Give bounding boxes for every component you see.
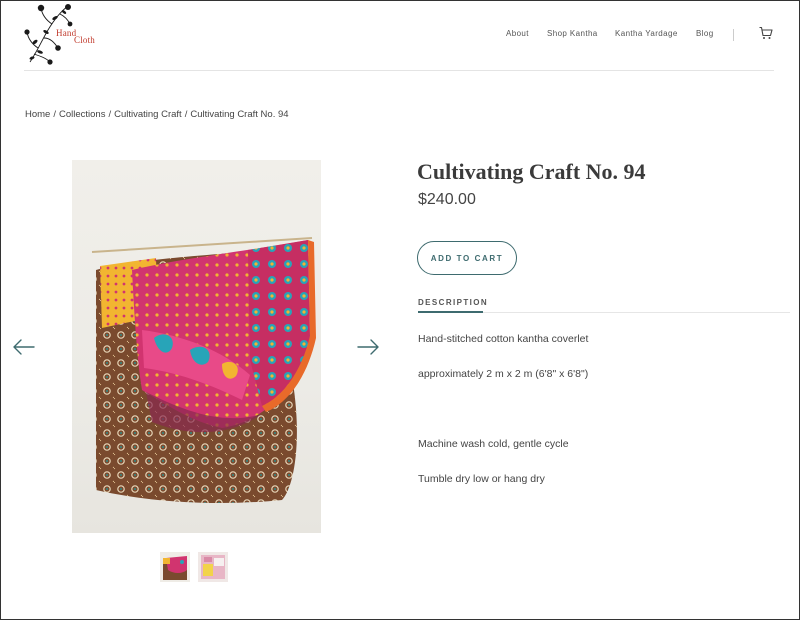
description-line: Tumble dry low or hang dry xyxy=(418,473,545,485)
breadcrumb-home[interactable]: Home xyxy=(25,109,50,120)
product-thumbnail[interactable] xyxy=(160,552,190,582)
breadcrumb-collections[interactable]: Collections xyxy=(59,109,105,120)
cart-icon[interactable] xyxy=(759,26,773,40)
breadcrumb: Home / Collections / Cultivating Craft / Culti… xyxy=(25,109,289,120)
gallery-next-button[interactable] xyxy=(356,338,380,356)
tab-active-indicator xyxy=(418,311,483,313)
breadcrumb-separator: / xyxy=(184,109,188,120)
nav-kantha-yardage[interactable]: Kantha Yardage xyxy=(615,29,678,38)
product-price: $240.00 xyxy=(418,191,476,208)
add-to-cart-button[interactable]: ADD TO CART xyxy=(417,241,517,275)
product-title: Cultivating Craft No. 94 xyxy=(417,159,646,184)
nav-blog[interactable]: Blog xyxy=(696,29,714,38)
header-divider xyxy=(24,70,774,71)
breadcrumb-separator: / xyxy=(108,109,112,120)
product-main-image[interactable] xyxy=(72,160,321,533)
arrow-left-icon xyxy=(13,339,35,355)
nav-shop-kantha[interactable]: Shop Kantha xyxy=(547,29,598,38)
main-nav: About Shop Kantha Kantha Yardage Blog xyxy=(0,29,800,41)
product-thumbnail[interactable] xyxy=(198,552,228,582)
nav-divider xyxy=(733,29,734,41)
tab-description[interactable]: DESCRIPTION xyxy=(418,298,488,307)
breadcrumb-current: Cultivating Craft No. 94 xyxy=(190,109,289,120)
description-line: Machine wash cold, gentle cycle xyxy=(418,438,569,450)
description-line: approximately 2 m x 2 m (6'8" x 6'8") xyxy=(418,368,589,380)
description-line: Hand-stitched cotton kantha coverlet xyxy=(418,333,589,345)
breadcrumb-cultivating-craft[interactable]: Cultivating Craft xyxy=(114,109,182,120)
breadcrumb-separator: / xyxy=(53,109,56,120)
gallery-prev-button[interactable] xyxy=(12,338,36,356)
nav-about[interactable]: About xyxy=(506,29,529,38)
arrow-right-icon xyxy=(357,339,379,355)
